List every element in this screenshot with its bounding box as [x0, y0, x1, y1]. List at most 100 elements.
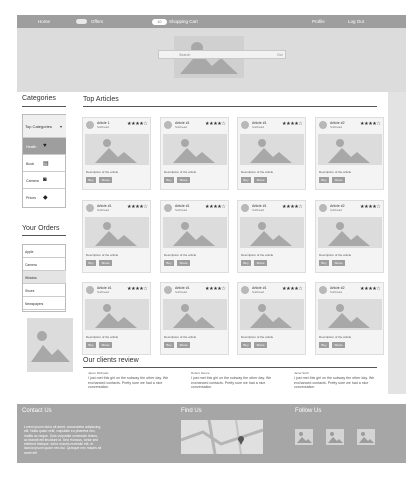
article-card[interactable]: Article #2 Subhead ★★★★☆ Description of the… — [315, 282, 384, 355]
image-placeholder-icon — [240, 134, 304, 165]
share-button[interactable]: Share — [332, 260, 345, 266]
social-image-icon[interactable] — [326, 429, 344, 445]
category-label: Health — [26, 145, 37, 149]
dropdown-label: Top Categories — [25, 124, 52, 129]
share-button[interactable]: Share — [177, 342, 190, 348]
buy-button[interactable]: Buy — [319, 260, 329, 266]
article-card[interactable]: Article 1 Subhead ★★★★☆ Description of the … — [82, 117, 151, 190]
category-item-book[interactable]: Book ▤ — [23, 154, 66, 171]
category-item-camera[interactable]: Camera ◙ — [23, 171, 66, 188]
article-card[interactable]: Article #1 Subhead ★★★★☆ Description of the… — [160, 200, 229, 273]
card-subtitle: Subhead — [175, 290, 188, 294]
buy-button[interactable]: Buy — [164, 260, 174, 266]
divider — [22, 235, 66, 236]
order-item[interactable]: Newspapers — [23, 297, 66, 310]
nav-profile-link[interactable]: Profile — [312, 19, 325, 24]
article-card[interactable]: Article #1 Subhead ★★★★☆ Description of the… — [160, 117, 229, 190]
share-button[interactable]: Share — [177, 177, 190, 183]
share-button[interactable]: Share — [254, 260, 267, 266]
order-item[interactable]: Apple — [23, 245, 66, 258]
nav-logout-link[interactable]: Log Out — [348, 19, 364, 24]
share-button[interactable]: Share — [254, 342, 267, 348]
buy-button[interactable]: Buy — [86, 342, 96, 348]
image-placeholder-icon — [85, 299, 149, 330]
image-placeholder-icon — [240, 217, 304, 248]
category-label: Book — [26, 162, 35, 166]
share-button[interactable]: Share — [99, 342, 112, 348]
avatar — [86, 121, 94, 129]
rating-stars-icon: ★★★★☆ — [360, 122, 381, 127]
category-item-health[interactable]: Health ♥ — [23, 137, 66, 154]
buy-button[interactable]: Buy — [319, 177, 329, 183]
avatar — [241, 121, 249, 129]
order-item[interactable]: Camera — [23, 258, 66, 271]
categories-title: Categories — [22, 95, 56, 102]
card-description: Description of the article — [164, 253, 197, 257]
article-card[interactable]: Article #1 Subhead ★★★★☆ Description of the… — [82, 200, 151, 273]
contact-text: Lorem ipsum dolor sit amet, consectetur … — [24, 425, 102, 455]
orders-title: Your Orders — [22, 225, 60, 232]
reviewer-name: Jason Michaels — [88, 371, 109, 375]
review-text: I just met this girl on the subway the o… — [88, 376, 169, 389]
category-item-prices[interactable]: Prices ◆ — [23, 188, 66, 205]
find-us-title: Find Us — [181, 408, 202, 414]
article-card[interactable]: Article #1 Subhead ★★★★☆ Description of the… — [160, 282, 229, 355]
image-placeholder-icon — [318, 299, 382, 330]
buy-button[interactable]: Buy — [164, 342, 174, 348]
nav-home-link[interactable]: Home — [38, 19, 50, 24]
search-go-button[interactable]: Go! — [277, 53, 283, 57]
share-button[interactable]: Share — [99, 177, 112, 183]
nav-cart-link[interactable]: Shopping Cart — [169, 19, 198, 24]
share-button[interactable]: Share — [332, 177, 345, 183]
divider — [22, 106, 66, 107]
card-description: Description of the article — [319, 170, 352, 174]
buy-button[interactable]: Buy — [241, 177, 251, 183]
article-card[interactable]: Article #1 Subhead ★★★★☆ Description of the… — [82, 282, 151, 355]
follow-us-title: Follow Us — [295, 408, 322, 414]
rating-stars-icon: ★★★★☆ — [127, 287, 148, 292]
article-card[interactable]: Article #1 Subhead ★★★★☆ Description of the… — [237, 200, 306, 273]
document-icon: ▤ — [43, 161, 49, 167]
buy-button[interactable]: Buy — [86, 260, 96, 266]
contact-title: Contact Us — [22, 408, 52, 414]
review-item: Robert Deuce I just met this girl on the… — [191, 371, 281, 397]
categories-dropdown[interactable]: Top Categories ▾ — [23, 115, 66, 137]
divider — [83, 106, 377, 107]
review-text: I just met this girl on the subway the o… — [191, 376, 272, 389]
map-icon[interactable] — [181, 420, 263, 454]
top-nav-bar: Home Offers 10 Shopping Cart Profile Log… — [17, 15, 406, 28]
avatar — [319, 286, 327, 294]
social-image-icon[interactable] — [357, 429, 375, 445]
buy-button[interactable]: Buy — [86, 177, 96, 183]
buy-button[interactable]: Buy — [164, 177, 174, 183]
card-subtitle: Subhead — [97, 208, 110, 212]
share-button[interactable]: Share — [177, 260, 190, 266]
buy-button[interactable]: Buy — [241, 342, 251, 348]
image-placeholder-icon — [163, 134, 227, 165]
share-button[interactable]: Share — [254, 177, 267, 183]
card-subtitle: Subhead — [97, 290, 110, 294]
rating-stars-icon: ★★★★☆ — [282, 122, 303, 127]
article-card[interactable]: Article #1 Subhead ★★★★☆ Description of the… — [237, 282, 306, 355]
card-description: Description of the article — [241, 253, 274, 257]
nav-offers-link[interactable]: Offers — [91, 19, 103, 24]
article-card[interactable]: Article #2 Subhead ★★★★☆ Description of the… — [315, 200, 384, 273]
avatar — [86, 286, 94, 294]
order-item[interactable]: Window — [23, 271, 66, 284]
social-image-icon[interactable] — [295, 429, 313, 445]
search-input[interactable]: Search Go! — [158, 50, 286, 59]
image-placeholder-icon — [85, 217, 149, 248]
article-card[interactable]: Article #2 Subhead ★★★★☆ Description of the… — [315, 117, 384, 190]
order-item[interactable]: Shoes — [23, 284, 66, 297]
orders-list: Apple Camera Window Shoes Newspapers — [22, 244, 66, 312]
card-description: Description of the article — [241, 170, 274, 174]
buy-button[interactable]: Buy — [319, 342, 329, 348]
share-button[interactable]: Share — [99, 260, 112, 266]
image-placeholder-icon — [163, 299, 227, 330]
card-description: Description of the article — [319, 253, 352, 257]
card-description: Description of the article — [86, 170, 119, 174]
article-card[interactable]: Article #1 Subhead ★★★★☆ Description of the… — [237, 117, 306, 190]
card-description: Description of the article — [86, 253, 119, 257]
share-button[interactable]: Share — [332, 342, 345, 348]
buy-button[interactable]: Buy — [241, 260, 251, 266]
